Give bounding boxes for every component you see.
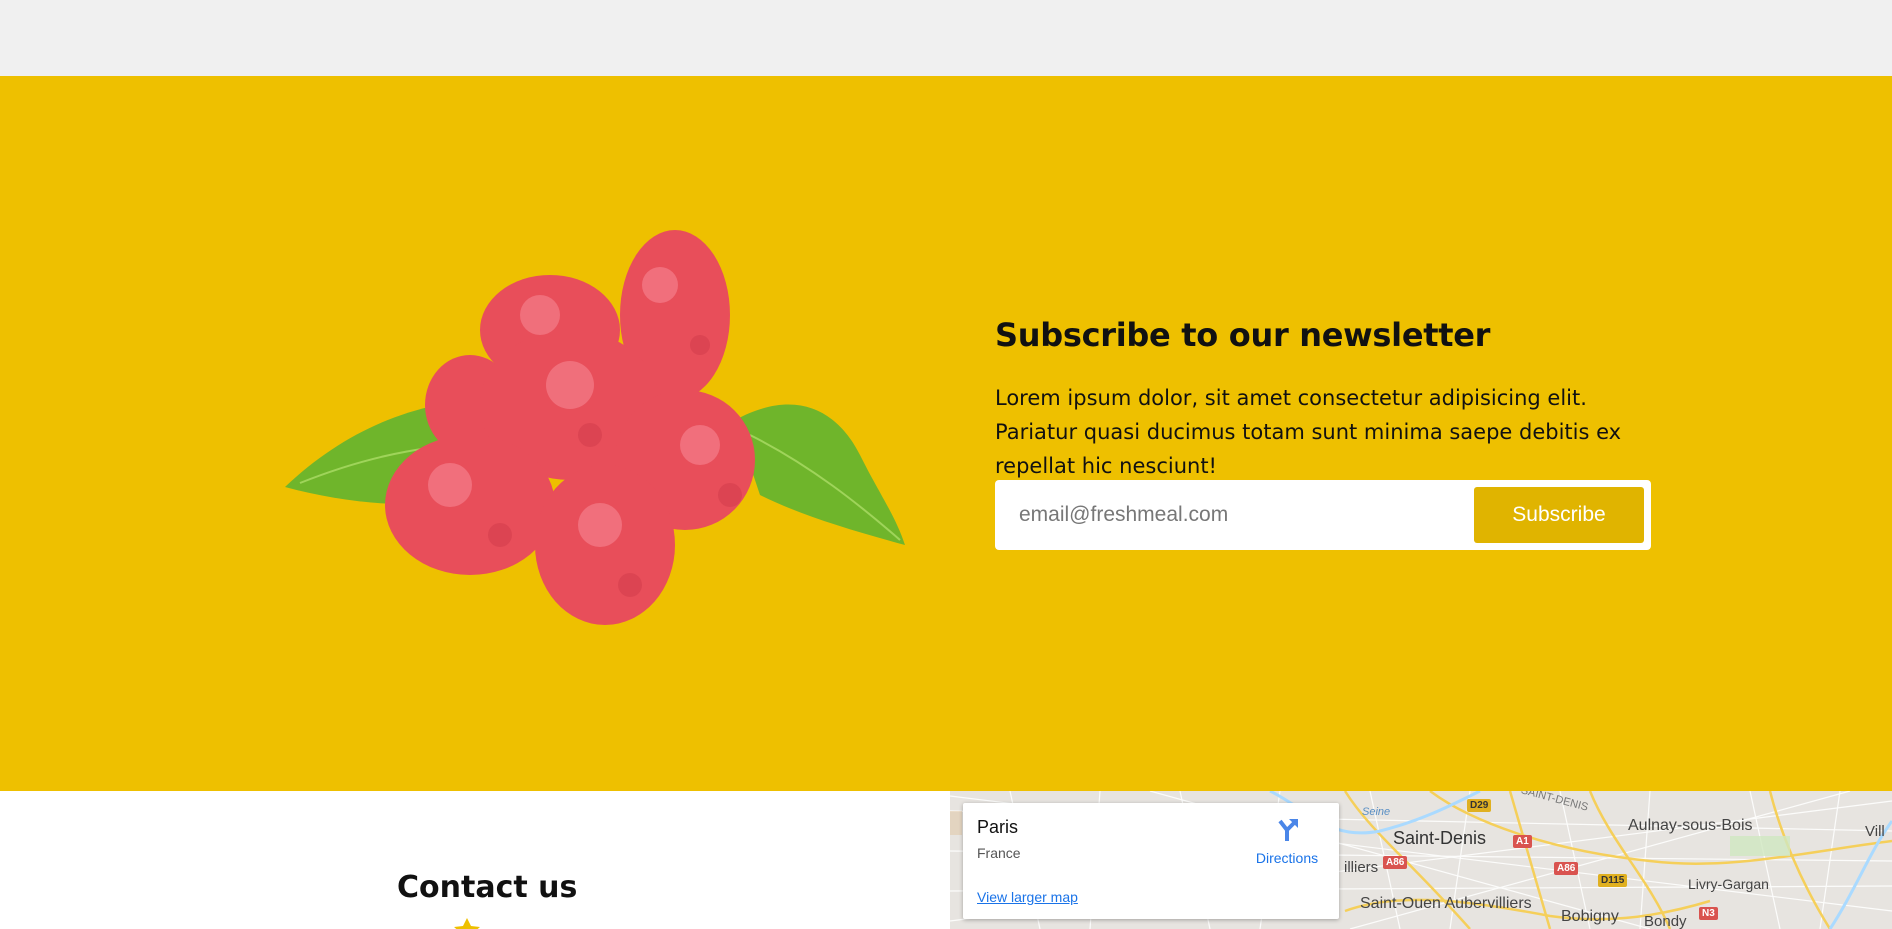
map-label-livry: Livry-Gargan [1688,876,1769,892]
newsletter-form: Subscribe [995,480,1651,550]
subscribe-button[interactable]: Subscribe [1474,487,1644,543]
map-label-vill: Vill [1865,823,1885,840]
directions-label: Directions [1255,850,1319,866]
road-badge: N3 [1699,907,1718,920]
directions-icon [1278,819,1298,841]
map-label-aulnay: Aulnay-sous-Bois [1628,817,1753,834]
newsletter-title: Subscribe to our newsletter [995,316,1491,354]
map-place-region: France [977,845,1021,861]
view-larger-map-link[interactable]: View larger map [977,889,1078,905]
road-badge: A86 [1383,856,1408,869]
map-place-card: Paris France View larger map Directions [963,803,1339,919]
top-strip [0,0,1892,76]
map-label-bobigny: Bobigny [1561,908,1619,925]
map-label-seine: Seine [1362,806,1391,818]
road-badge: A1 [1513,835,1532,848]
map-label-saint-denis: Saint-Denis [1393,828,1487,848]
contact-title: Contact us [397,870,578,905]
map-label-aubervilliers: Saint-Ouen Aubervilliers [1360,895,1532,912]
map-place-title: Paris [977,817,1019,837]
email-input[interactable] [1019,480,1459,550]
star-icon [452,918,482,929]
road-badge: D115 [1598,874,1628,887]
road-badge: A86 [1554,862,1579,875]
directions-button[interactable]: Directions [1247,817,1327,866]
road-badge: D29 [1467,799,1492,812]
newsletter-description: Lorem ipsum dolor, sit amet consectetur … [995,386,1622,478]
map-label-illiers: illiers [1344,859,1379,876]
raspberries-image [285,230,905,625]
map-label-bondy: Bondy [1644,913,1687,929]
